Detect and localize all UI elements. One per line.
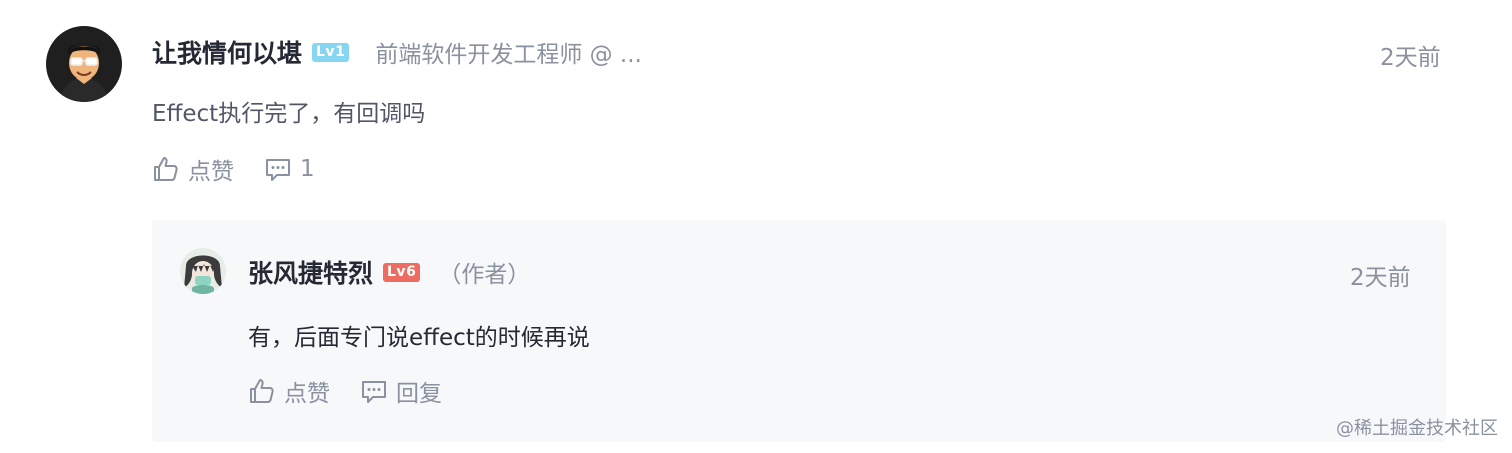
- comment-text: Effect执行完了，有回调吗: [152, 101, 426, 127]
- reply-time: 2天前: [1350, 265, 1411, 291]
- watermark: @稀土掘金技术社区: [1336, 418, 1498, 439]
- reply-text: 有，后面专门说effect的时候再说: [248, 325, 590, 351]
- avatar-anime-icon: [180, 248, 226, 294]
- commenter-name[interactable]: 让我情何以堪: [152, 34, 302, 70]
- comment-count-button[interactable]: 1: [264, 155, 315, 183]
- level-badge[interactable]: Lv6: [383, 262, 421, 282]
- comment-count: 1: [300, 156, 315, 182]
- level-badge[interactable]: Lv1: [312, 42, 350, 62]
- reply-meta: 张风捷特烈 Lv6 （作者）: [248, 254, 530, 290]
- comment-icon: [362, 381, 386, 403]
- like-button[interactable]: 点赞: [152, 152, 234, 186]
- reply-item: 张风捷特烈 Lv6 （作者） 2天前 有，后面专门说effect的时候再说 点赞…: [152, 220, 1446, 442]
- commenter-avatar[interactable]: [46, 26, 122, 102]
- thumbs-up-icon: [154, 157, 178, 181]
- comment-meta: 让我情何以堪 Lv1 前端软件开发工程师 @ ...: [152, 32, 642, 72]
- like-label: 点赞: [284, 381, 330, 407]
- comment-icon: [266, 159, 290, 181]
- comment-time: 2天前: [1380, 45, 1441, 71]
- comment-actions: 点赞 1: [152, 152, 315, 186]
- like-label: 点赞: [188, 159, 234, 185]
- commenter-job-title: 前端软件开发工程师 @ ...: [375, 42, 642, 68]
- reply-label: 回复: [396, 381, 442, 407]
- replier-avatar[interactable]: [180, 248, 226, 294]
- like-button[interactable]: 点赞: [248, 374, 330, 408]
- thumbs-up-icon: [250, 379, 274, 403]
- reply-actions: 点赞 回复: [248, 374, 442, 408]
- author-tag: （作者）: [438, 262, 531, 288]
- replier-name[interactable]: 张风捷特烈: [248, 254, 373, 290]
- reply-button[interactable]: 回复: [360, 374, 442, 408]
- avatar-man-glasses-icon: [46, 26, 122, 102]
